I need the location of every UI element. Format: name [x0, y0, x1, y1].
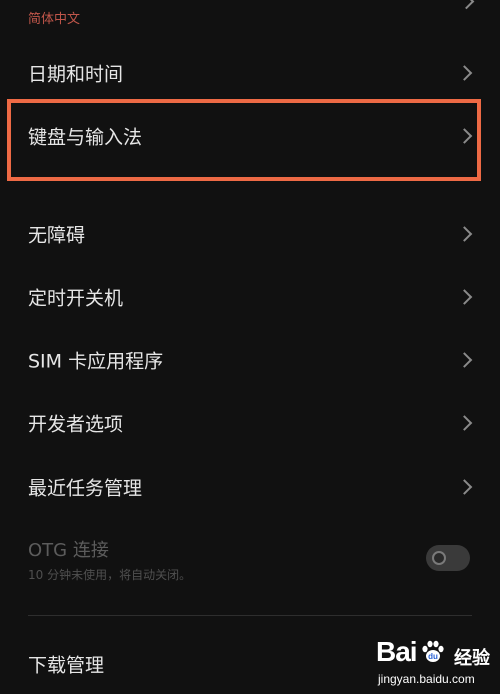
- baidu-paw-icon: du: [422, 640, 444, 662]
- settings-item-developer-options[interactable]: 开发者选项: [0, 393, 500, 453]
- settings-item-sim-apps[interactable]: SIM 卡应用程序: [0, 330, 500, 390]
- chevron-right-icon: [456, 352, 473, 368]
- settings-item-label: 最近任务管理: [28, 477, 143, 500]
- svg-text:du: du: [428, 652, 438, 661]
- otg-subtitle: 10 分钟未使用，将自动关闭。: [28, 568, 192, 582]
- watermark-brand: Bai: [376, 636, 418, 667]
- settings-screen: 简体中文 日期和时间 键盘与输入法 无障碍 定时开关机 SIM 卡应用程序 开发…: [0, 0, 500, 694]
- watermark-url: jingyan.baidu.com: [378, 672, 475, 686]
- otg-toggle[interactable]: [426, 545, 470, 571]
- watermark-product: 经验: [454, 648, 490, 669]
- settings-item-label: 定时开关机: [28, 287, 124, 310]
- chevron-right-icon: [456, 226, 473, 242]
- settings-item-label: 开发者选项: [28, 413, 124, 436]
- settings-item-label: 日期和时间: [28, 63, 124, 86]
- otg-title: OTG 连接: [28, 540, 109, 561]
- settings-item-date-time[interactable]: 日期和时间: [0, 43, 500, 103]
- baidu-jingyan-watermark: Bai du 经验 jingyan.baidu.com: [376, 636, 494, 692]
- chevron-right-icon: [456, 479, 473, 495]
- settings-item-label: 下载管理: [28, 654, 105, 677]
- settings-item-label: SIM 卡应用程序: [28, 350, 164, 373]
- chevron-right-icon: [456, 65, 473, 81]
- divider: [28, 615, 472, 616]
- chevron-right-icon: [456, 415, 473, 431]
- language-value: 简体中文: [28, 12, 81, 27]
- chevron-right-icon: [458, 0, 475, 10]
- toggle-knob: [432, 551, 446, 565]
- settings-item-scheduled-power[interactable]: 定时开关机: [0, 267, 500, 327]
- chevron-right-icon: [456, 289, 473, 305]
- settings-item-recent-tasks[interactable]: 最近任务管理: [0, 457, 500, 517]
- settings-item-label: 无障碍: [28, 224, 86, 247]
- highlight-box: [7, 99, 481, 181]
- settings-item-accessibility[interactable]: 无障碍: [0, 204, 500, 264]
